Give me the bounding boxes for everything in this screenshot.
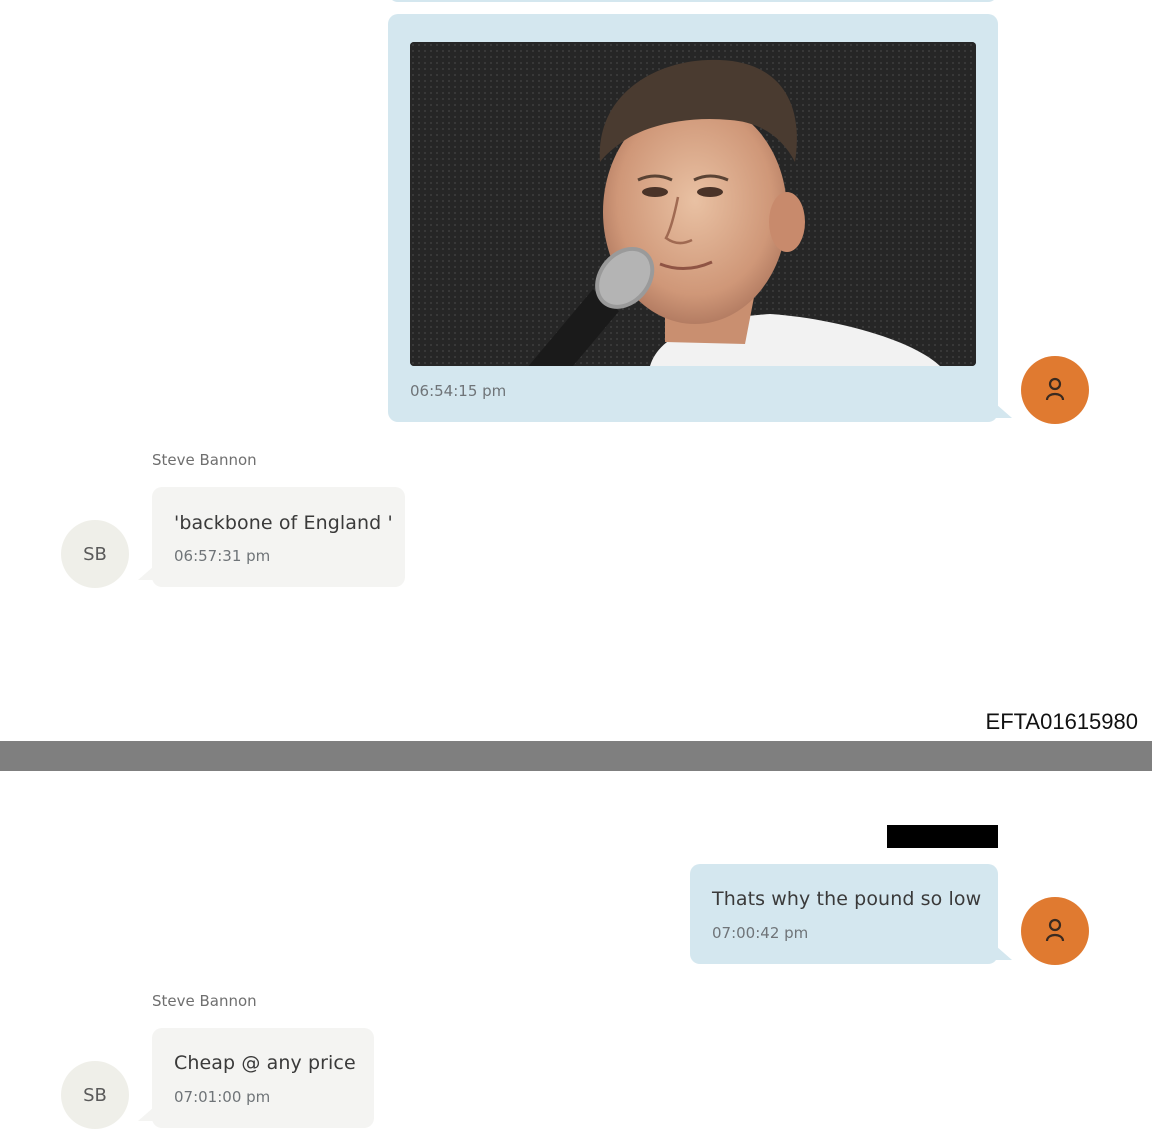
previous-message-bubble: [388, 0, 998, 2]
outgoing-message-bubble[interactable]: Thats why the pound so low 07:00:42 pm: [690, 864, 998, 964]
page-divider: [0, 741, 1152, 771]
document-page-id: EFTA01615980: [985, 709, 1138, 734]
user-avatar[interactable]: [1021, 897, 1089, 965]
redacted-sender-name: [887, 825, 998, 848]
shared-photo[interactable]: [410, 42, 976, 366]
sender-avatar[interactable]: SB: [61, 520, 129, 588]
message-timestamp: 07:00:42 pm: [712, 924, 809, 942]
person-icon: [1045, 377, 1065, 401]
incoming-message-bubble[interactable]: 'backbone of England ' 06:57:31 pm: [152, 487, 405, 587]
person-icon: [1045, 918, 1065, 942]
sender-name: Steve Bannon: [152, 451, 257, 469]
message-timestamp: 07:01:00 pm: [174, 1088, 271, 1106]
user-avatar[interactable]: [1021, 356, 1089, 424]
sender-name: Steve Bannon: [152, 992, 257, 1010]
bubble-tail: [996, 946, 1012, 960]
message-text: 'backbone of England ': [174, 512, 393, 534]
incoming-message-bubble[interactable]: Cheap @ any price 07:01:00 pm: [152, 1028, 374, 1128]
outgoing-image-bubble[interactable]: 06:54:15 pm: [388, 14, 998, 422]
message-text: Cheap @ any price: [174, 1052, 356, 1074]
message-text: Thats why the pound so low: [712, 888, 982, 910]
message-timestamp: 06:54:15 pm: [410, 382, 507, 400]
sender-avatar[interactable]: SB: [61, 1061, 129, 1129]
shared-photo-image: [410, 42, 976, 366]
bubble-tail: [996, 404, 1012, 418]
message-timestamp: 06:57:31 pm: [174, 547, 271, 565]
